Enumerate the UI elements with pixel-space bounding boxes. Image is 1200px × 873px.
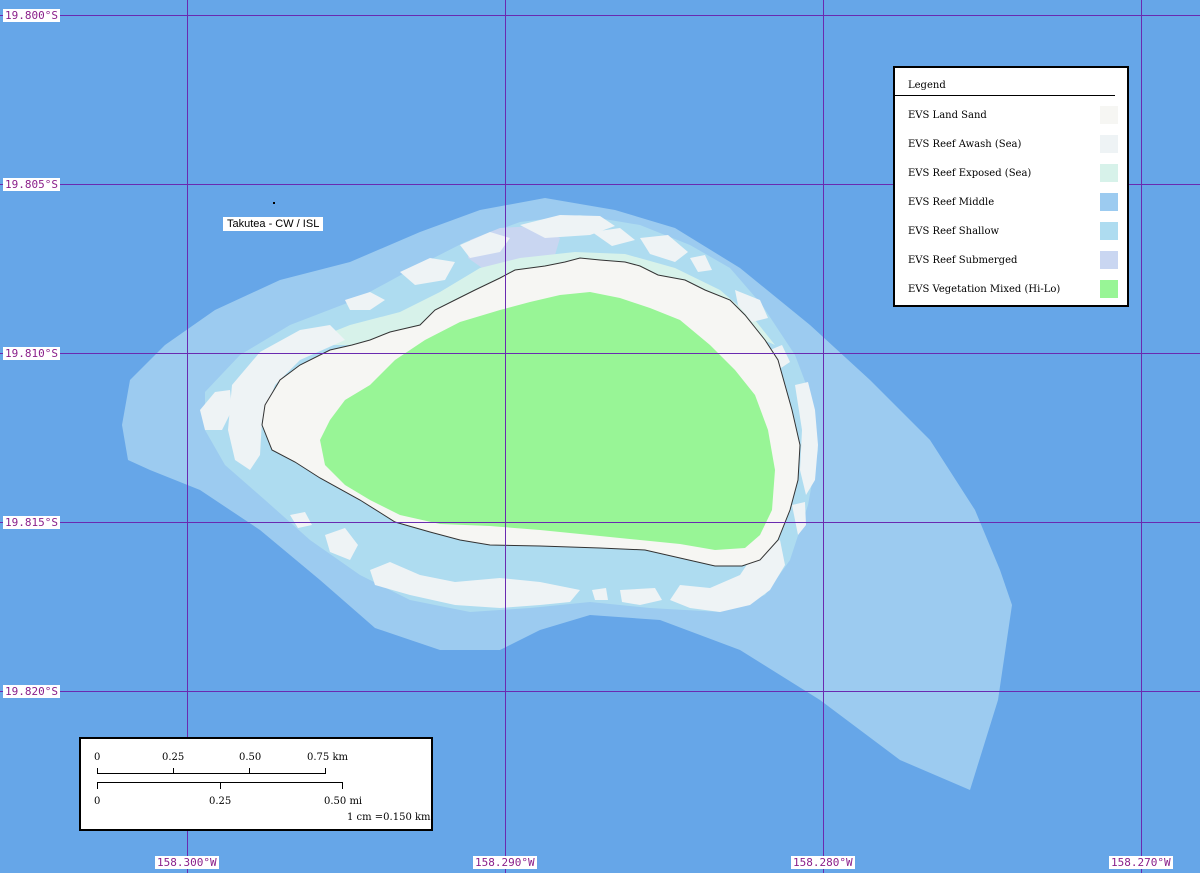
lat-label: 19.805°S: [3, 178, 60, 191]
place-label[interactable]: Takutea - CW / ISL: [223, 217, 324, 231]
legend-swatch: [1100, 251, 1118, 269]
lon-label: 158.290°W: [473, 856, 537, 869]
lon-label: 158.300°W: [155, 856, 219, 869]
lat-label: 19.810°S: [3, 347, 60, 360]
legend-swatch: [1100, 164, 1118, 182]
legend-item-label: EVS Reef Exposed (Sea): [908, 168, 1032, 179]
legend-panel: Legend EVS Land Sand EVS Reef Awash (Sea…: [893, 66, 1129, 307]
legend-swatch: [1100, 135, 1118, 153]
lon-label: 158.270°W: [1109, 856, 1173, 869]
lon-label: 158.280°W: [791, 856, 855, 869]
scale-bar: 0 0.25 0.50 0.75 km 0 0.25 0.50 mi 1 cm …: [79, 737, 433, 831]
legend-item-label: EVS Reef Middle: [908, 197, 995, 208]
scale-mi-tick-label: 0: [94, 796, 101, 807]
legend-item-label: EVS Vegetation Mixed (Hi-Lo): [908, 284, 1061, 295]
legend-swatch: [1100, 222, 1118, 240]
legend-item: EVS Reef Awash (Sea): [908, 135, 1118, 155]
place-marker[interactable]: [273, 202, 275, 204]
scale-mi-tick-label: 0.50 mi: [324, 796, 363, 807]
legend-swatch: [1100, 193, 1118, 211]
legend-swatch: [1100, 280, 1118, 298]
legend-item: EVS Reef Submerged: [908, 251, 1118, 271]
legend-swatch: [1100, 106, 1118, 124]
legend-item-label: EVS Land Sand: [908, 110, 987, 121]
legend-item: EVS Reef Exposed (Sea): [908, 164, 1118, 184]
lat-label: 19.800°S: [3, 9, 60, 22]
scale-mi-tick-label: 0.25: [209, 796, 232, 807]
legend-item-label: EVS Reef Awash (Sea): [908, 139, 1022, 150]
legend-item: EVS Land Sand: [908, 106, 1118, 126]
legend-item: EVS Reef Shallow: [908, 222, 1118, 242]
scale-ratio: 1 cm =0.150 km: [347, 812, 431, 823]
legend-item-label: EVS Reef Submerged: [908, 255, 1018, 266]
lat-label: 19.820°S: [3, 685, 60, 698]
legend-title: Legend: [895, 68, 1115, 96]
legend-item-label: EVS Reef Shallow: [908, 226, 1000, 237]
legend-item: EVS Vegetation Mixed (Hi-Lo): [908, 280, 1118, 300]
legend-item: EVS Reef Middle: [908, 193, 1118, 213]
lat-label: 19.815°S: [3, 516, 60, 529]
